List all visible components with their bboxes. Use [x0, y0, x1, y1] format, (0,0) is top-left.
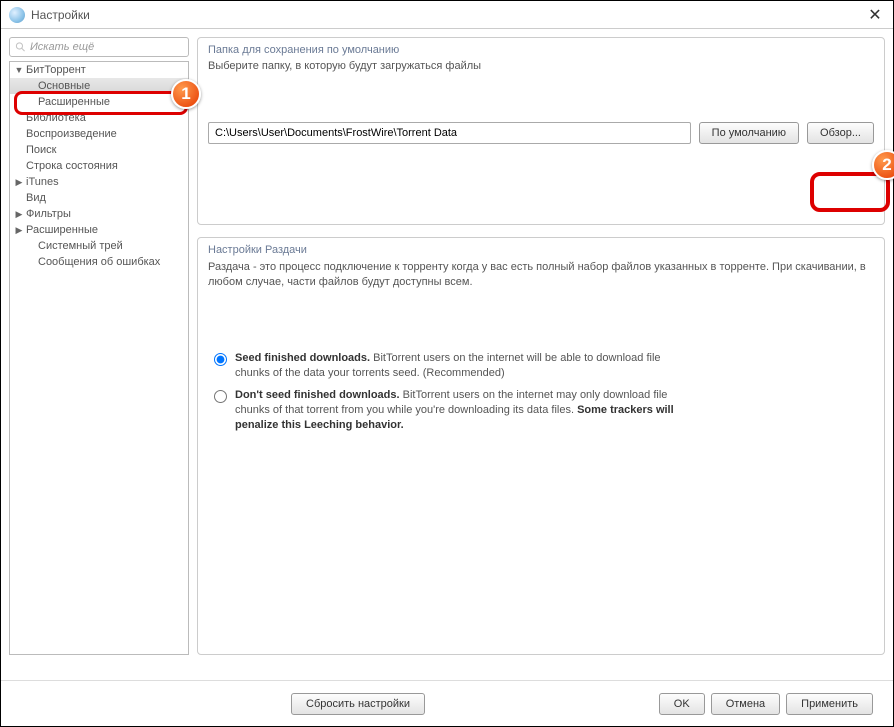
- chevron-icon: ▼: [14, 65, 24, 75]
- dialog-footer: Сбросить настройки OK Отмена Применить: [1, 680, 893, 726]
- tree-item-label: Поиск: [26, 144, 56, 156]
- tree-item[interactable]: ▶Фильтры: [10, 206, 188, 222]
- chevron-icon: ▶: [14, 209, 24, 220]
- tree-item-label: БитТоррент: [26, 64, 86, 76]
- chevron-icon: ▶: [14, 225, 24, 236]
- tree-item[interactable]: Системный трей: [10, 238, 188, 254]
- callout-1-badge: 1: [171, 79, 201, 109]
- seeding-description: Раздача - это процесс подключение к торр…: [208, 260, 874, 291]
- seed-radio[interactable]: [214, 353, 227, 366]
- panel-title: Настройки Раздачи: [208, 244, 874, 256]
- tree-item-label: Расширенные: [26, 224, 98, 236]
- tree-item-label: Фильтры: [26, 208, 71, 220]
- tree-item[interactable]: Сообщения об ошибках: [10, 254, 188, 270]
- apply-button[interactable]: Применить: [786, 693, 873, 715]
- tree-item[interactable]: Поиск: [10, 142, 188, 158]
- search-box[interactable]: [9, 37, 189, 57]
- tree-item-label: iTunes: [26, 176, 59, 188]
- tree-item-label: Воспроизведение: [26, 128, 117, 140]
- browse-button[interactable]: Обзор...: [807, 122, 874, 144]
- chevron-icon: ▶: [14, 177, 24, 188]
- panel-title: Папка для сохранения по умолчанию: [208, 44, 874, 56]
- search-icon: [15, 41, 26, 53]
- tree-item-label: Расширенные: [38, 96, 110, 108]
- tree-item[interactable]: Основные: [10, 78, 188, 94]
- cancel-button[interactable]: Отмена: [711, 693, 780, 715]
- tree-item[interactable]: Библиотека: [10, 110, 188, 126]
- seeding-panel: Настройки Раздачи Раздача - это процесс …: [197, 237, 885, 655]
- tree-item-label: Библиотека: [26, 112, 86, 124]
- titlebar: Настройки ✕: [1, 1, 893, 29]
- folder-path-input[interactable]: [208, 122, 691, 144]
- default-button[interactable]: По умолчанию: [699, 122, 799, 144]
- tree-item[interactable]: ▼БитТоррент: [10, 62, 188, 78]
- tree-item[interactable]: Вид: [10, 190, 188, 206]
- tree-item[interactable]: Воспроизведение: [10, 126, 188, 142]
- dont-seed-option-row[interactable]: Don't seed finished downloads. BitTorren…: [214, 388, 874, 434]
- panel-description: Выберите папку, в которую будут загружат…: [208, 60, 874, 72]
- tree-item[interactable]: ▶Расширенные: [10, 222, 188, 238]
- settings-tree[interactable]: ▼БитТоррент Основные Расширенные Библиотека…: [9, 61, 189, 655]
- close-icon[interactable]: ✕: [865, 5, 885, 25]
- tree-item-label: Строка состояния: [26, 160, 118, 172]
- content-area: Папка для сохранения по умолчанию Выбери…: [197, 37, 885, 655]
- search-input[interactable]: [30, 41, 183, 53]
- window-title: Настройки: [31, 8, 865, 22]
- tree-item-label: Системный трей: [38, 240, 123, 252]
- settings-window: Настройки ✕ ▼БитТоррент Основные Расширенн…: [0, 0, 894, 727]
- callout-2-badge: 2: [872, 150, 894, 180]
- app-icon: [9, 7, 25, 23]
- tree-item[interactable]: ▶iTunes: [10, 174, 188, 190]
- tree-item-label: Основные: [38, 80, 90, 92]
- dont-seed-option-label: Don't seed finished downloads. BitTorren…: [235, 388, 675, 434]
- tree-item-label: Вид: [26, 192, 46, 204]
- dont-seed-radio[interactable]: [214, 390, 227, 403]
- ok-button[interactable]: OK: [659, 693, 705, 715]
- sidebar: ▼БитТоррент Основные Расширенные Библиотека…: [9, 37, 189, 655]
- tree-item[interactable]: Строка состояния: [10, 158, 188, 174]
- default-folder-panel: Папка для сохранения по умолчанию Выбери…: [197, 37, 885, 225]
- seed-option-label: Seed finished downloads. BitTorrent user…: [235, 351, 675, 382]
- seed-option-row[interactable]: Seed finished downloads. BitTorrent user…: [214, 351, 874, 382]
- reset-button[interactable]: Сбросить настройки: [291, 693, 425, 715]
- tree-item-label: Сообщения об ошибках: [38, 256, 160, 268]
- tree-item[interactable]: Расширенные: [10, 94, 188, 110]
